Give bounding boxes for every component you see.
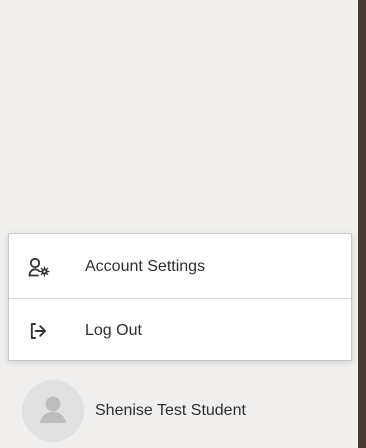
account-settings-label: Account Settings — [85, 258, 206, 275]
account-settings-menu-item[interactable]: Account Settings — [9, 236, 351, 299]
user-menu-popover: Account Settings Log Out — [8, 233, 352, 361]
user-avatar-icon — [40, 396, 66, 423]
avatar[interactable] — [22, 380, 84, 442]
user-gear-icon — [28, 257, 50, 277]
log-out-label: Log Out — [85, 322, 142, 339]
log-out-icon — [30, 323, 47, 339]
window-edge — [358, 0, 366, 448]
log-out-menu-item[interactable]: Log Out — [9, 300, 351, 362]
user-name: Shenise Test Student — [95, 402, 246, 419]
current-user-row[interactable]: Shenise Test Student — [22, 380, 342, 442]
